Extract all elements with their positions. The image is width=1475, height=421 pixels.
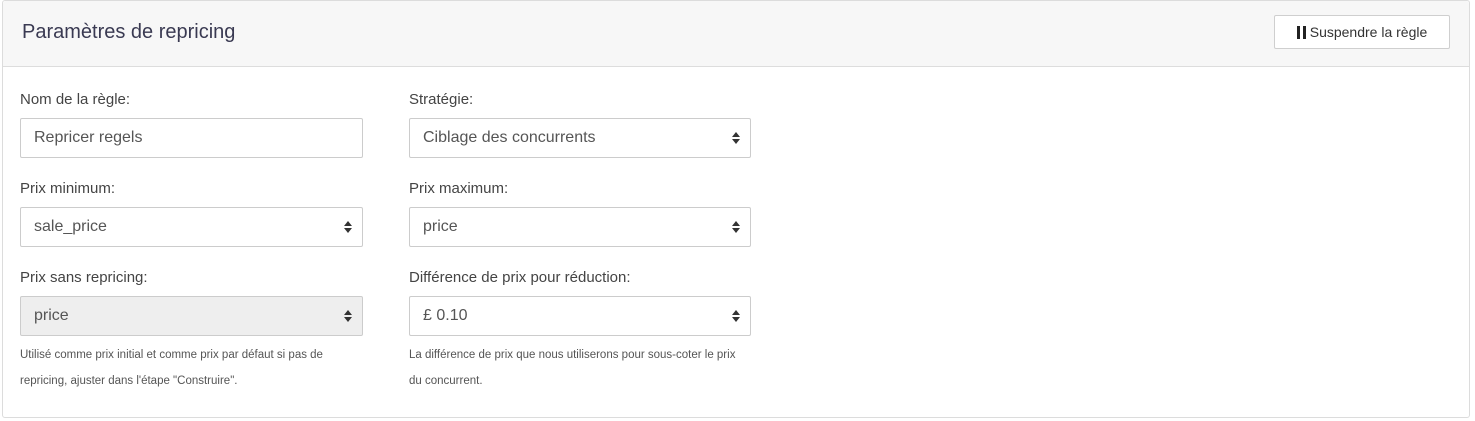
sort-caret-icon (344, 221, 352, 233)
panel-title: Paramètres de repricing (22, 21, 236, 43)
strategy-label: Stratégie: (409, 91, 474, 108)
min-price-value: sale_price (34, 218, 107, 235)
suspend-rule-label: Suspendre la règle (1309, 24, 1428, 40)
sort-caret-icon (732, 221, 740, 233)
price-difference-label: Différence de prix pour réduction: (409, 269, 631, 286)
sort-caret-icon (732, 132, 740, 144)
strategy-select[interactable]: Ciblage des concurrents (409, 118, 751, 158)
repricing-settings-panel: Paramètres de repricing Suspendre la règ… (2, 0, 1470, 418)
panel-header: Paramètres de repricing Suspendre la règ… (3, 1, 1469, 67)
max-price-label: Prix maximum: (409, 180, 509, 197)
price-difference-select[interactable]: £ 0.10 (409, 296, 751, 336)
min-price-label: Prix minimum: (20, 180, 116, 197)
rule-name-value: Repricer regels (34, 129, 143, 146)
price-difference-help: La différence de prix que nous utilisero… (409, 349, 736, 387)
no-repricing-price-label: Prix sans repricing: (20, 269, 148, 286)
no-repricing-price-select: price (20, 296, 363, 336)
sort-caret-icon (732, 310, 740, 322)
suspend-rule-button[interactable]: Suspendre la règle (1274, 15, 1450, 49)
no-repricing-price-value: price (34, 307, 69, 324)
min-price-select[interactable]: sale_price (20, 207, 363, 247)
pause-icon (1296, 25, 1306, 39)
sort-caret-icon (344, 310, 352, 322)
price-difference-value: £ 0.10 (423, 307, 468, 324)
no-repricing-price-help: Utilisé comme prix initial et comme prix… (20, 349, 323, 387)
max-price-select[interactable]: price (409, 207, 751, 247)
rule-name-label: Nom de la règle: (20, 91, 131, 108)
max-price-value: price (423, 218, 458, 235)
strategy-value: Ciblage des concurrents (423, 129, 596, 146)
rule-name-input[interactable]: Repricer regels (20, 118, 363, 158)
